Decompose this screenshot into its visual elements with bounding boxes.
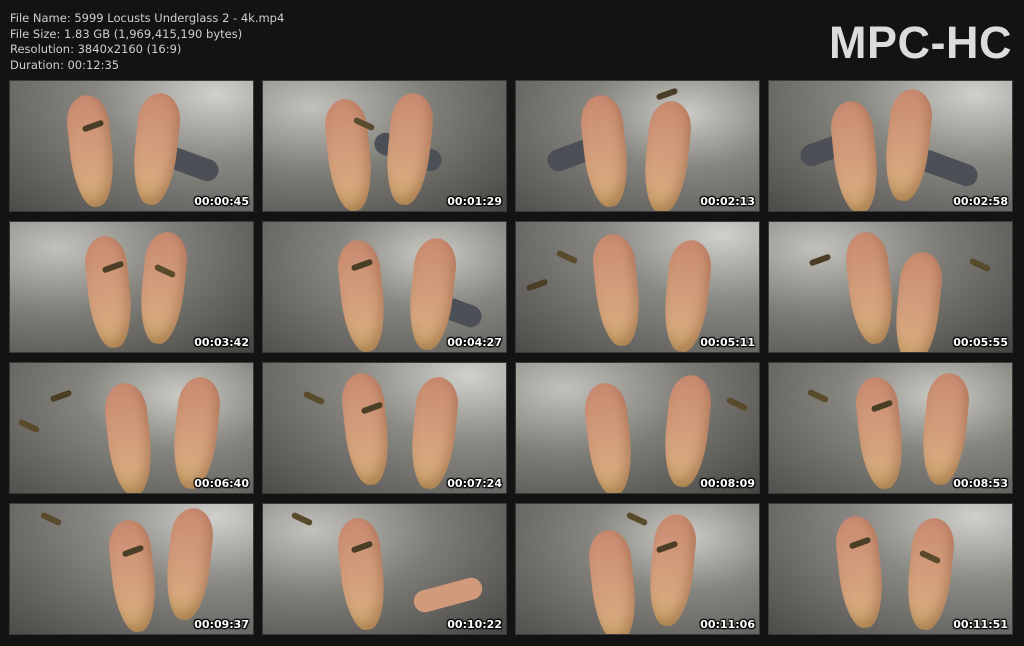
foot-shape [853,375,907,491]
thumbnail-timestamp: 00:07:24 [447,477,502,490]
locust-shape [806,388,830,404]
foot-shape [881,87,935,203]
thumbnail: 00:11:06 [515,503,760,635]
thumbnail: 00:03:42 [9,221,254,353]
thumbnail: 00:09:37 [9,503,254,635]
foot-shape [843,230,897,346]
foot-shape [162,506,216,622]
thumbnail: 00:11:51 [768,503,1013,635]
thumbnail: 00:02:58 [768,80,1013,212]
thumbnail: 00:08:53 [768,362,1013,494]
locust-shape [302,390,326,406]
locust-shape [808,253,832,267]
file-info: File Name: 5999 Locusts Underglass 2 - 4… [10,11,284,73]
foot-shape [339,371,393,487]
file-duration: Duration: 00:12:35 [10,57,120,72]
thumbnail: 00:05:11 [515,221,760,353]
leg-shape [411,575,485,615]
foot-shape [407,375,461,491]
locust-shape [290,511,314,527]
thumbnail-timestamp: 00:09:37 [194,618,249,631]
foot-shape [106,518,160,634]
thumbnail-timestamp: 00:04:27 [447,336,502,349]
foot-shape [335,516,389,632]
foot-shape [169,375,223,491]
locust-shape [725,396,749,412]
locust-shape [49,389,73,403]
foot-shape [129,91,183,207]
foot-shape [64,93,118,209]
thumbnail-timestamp: 00:05:55 [953,336,1008,349]
thumbnail-timestamp: 00:05:11 [700,336,755,349]
thumbnail: 00:06:40 [9,362,254,494]
mpc-hc-logo: MPC-HC [829,17,1012,68]
thumbnail-timestamp: 00:02:58 [953,195,1008,208]
locust-shape [525,278,549,292]
locust-shape [625,511,649,527]
thumbnail-timestamp: 00:06:40 [194,477,249,490]
foot-shape [891,250,945,352]
foot-shape [586,528,640,634]
foot-shape [828,99,882,211]
thumbnail-timestamp: 00:11:06 [700,618,755,631]
foot-shape [322,97,376,211]
thumbnail-timestamp: 00:03:42 [194,336,249,349]
foot-shape [102,381,156,493]
thumbnail-timestamp: 00:08:53 [953,477,1008,490]
file-resolution: Resolution: 3840x2160 (16:9) [10,42,182,56]
thumbnail: 00:00:45 [9,80,254,212]
thumbnail-timestamp: 00:01:29 [447,195,502,208]
thumbnail: 00:10:22 [262,503,507,635]
locust-shape [968,257,992,273]
thumbnail: 00:05:55 [768,221,1013,353]
foot-shape [582,381,636,493]
foot-shape [335,238,389,352]
thumbnail: 00:07:24 [262,362,507,494]
thumbnail-timestamp: 00:00:45 [194,195,249,208]
thumbnail-timestamp: 00:10:22 [447,618,502,631]
thumbnail: 00:02:13 [515,80,760,212]
foot-shape [918,371,972,487]
foot-shape [136,230,190,346]
locust-shape [655,87,679,101]
thumbnail: 00:01:29 [262,80,507,212]
file-size: File Size: 1.83 GB (1,969,415,190 bytes) [10,26,243,41]
thumbnail-timestamp: 00:02:13 [700,195,755,208]
thumbnail-timestamp: 00:11:51 [953,618,1008,631]
foot-shape [82,234,136,350]
foot-shape [640,99,694,211]
foot-shape [382,91,436,207]
file-name: File Name: 5999 Locusts Underglass 2 - 4… [10,11,285,25]
foot-shape [405,236,459,352]
locust-shape [555,249,579,265]
locust-shape [17,418,41,434]
foot-shape [645,512,699,628]
thumbnail-timestamp: 00:08:09 [700,477,755,490]
thumbnail-grid: 00:00:45 00:01:29 00:02:13 00:02:58 00:0… [9,80,1013,635]
foot-shape [903,516,957,632]
foot-shape [578,93,632,209]
thumbnail: 00:04:27 [262,221,507,353]
foot-shape [590,232,644,348]
thumbnail: 00:08:09 [515,362,760,494]
locust-shape [39,511,63,527]
foot-shape [833,514,887,630]
foot-shape [660,373,714,489]
